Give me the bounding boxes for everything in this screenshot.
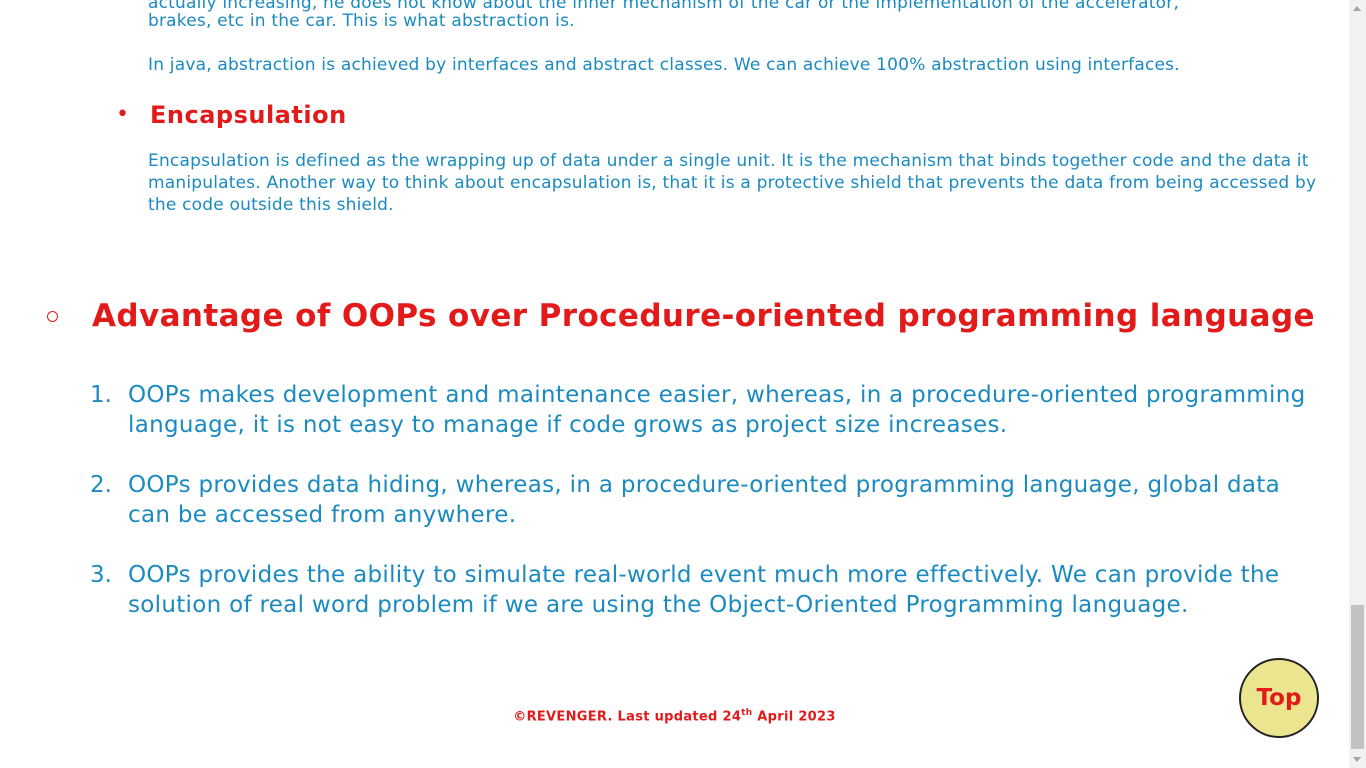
- footer-prefix: ©REVENGER. Last updated 24: [513, 709, 742, 725]
- list-item-number: 3.: [90, 562, 112, 588]
- scroll-to-top-button[interactable]: Top: [1239, 658, 1319, 738]
- footer-suffix: April 2023: [752, 709, 836, 725]
- abstraction-text-line2: brakes, etc in the car. This is what abs…: [148, 11, 575, 31]
- list-item-text: OOPs provides the ability to simulate re…: [128, 562, 1280, 618]
- list-item-number: 1.: [90, 382, 112, 408]
- list-item-number: 2.: [90, 472, 112, 498]
- page-content: actually increasing, he does not know ab…: [0, 0, 1349, 768]
- circle-bullet-icon: [47, 311, 58, 322]
- advantages-heading: Advantage of OOPs over Procedure-oriente…: [92, 298, 1315, 334]
- encapsulation-text: Encapsulation is defined as the wrapping…: [148, 151, 1317, 215]
- footer-sup: th: [741, 708, 753, 718]
- scrollbar-thumb[interactable]: [1351, 605, 1364, 749]
- encapsulation-heading: Encapsulation: [150, 101, 347, 129]
- abstraction-java-text: In java, abstraction is achieved by inte…: [148, 55, 1180, 75]
- footer-copyright: ©REVENGER. Last updated 24th April 2023: [0, 708, 1349, 724]
- list-item-text: OOPs makes development and maintenance e…: [128, 382, 1306, 438]
- bullet-dot-icon: •: [116, 102, 129, 127]
- scroll-up-arrow-icon[interactable]: [1349, 0, 1366, 17]
- scroll-down-arrow-icon[interactable]: [1349, 751, 1366, 768]
- vertical-scrollbar[interactable]: [1349, 0, 1366, 768]
- list-item-text: OOPs provides data hiding, whereas, in a…: [128, 472, 1281, 528]
